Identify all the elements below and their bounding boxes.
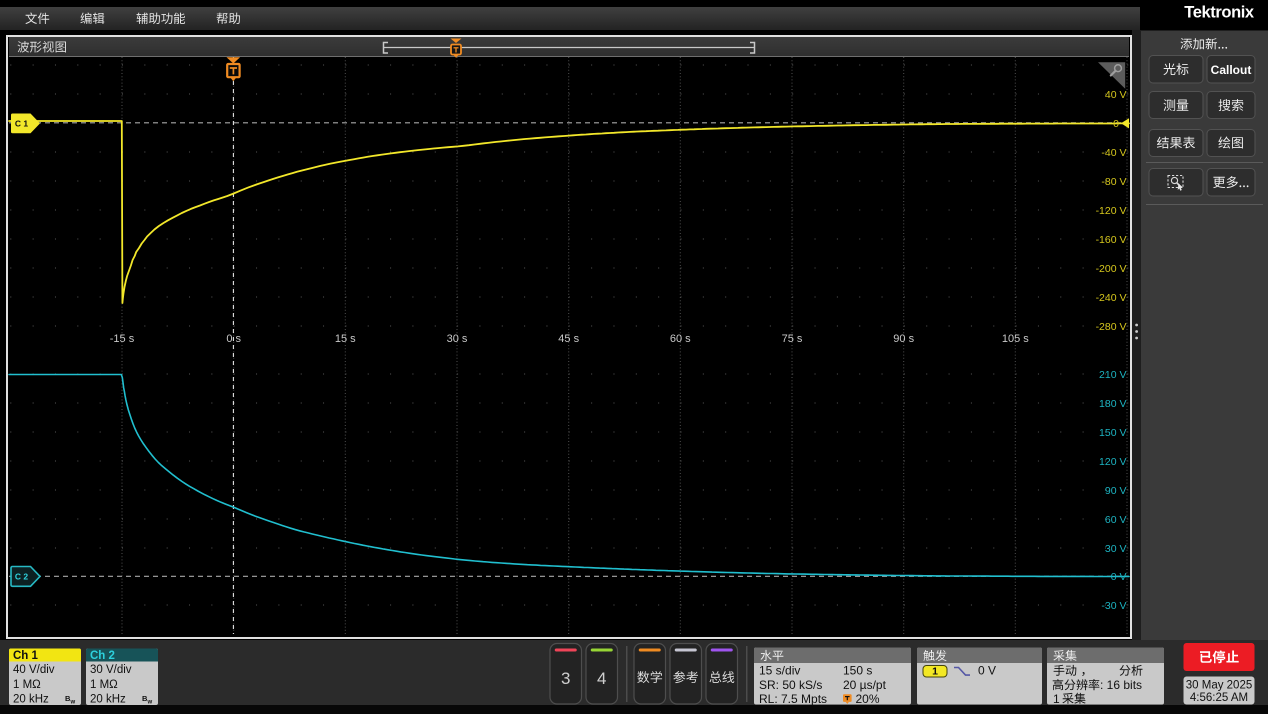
svg-text:-200 V: -200 V xyxy=(1096,263,1127,275)
svg-text:0: 0 xyxy=(1113,118,1119,130)
svg-text:15 s: 15 s xyxy=(335,333,356,345)
svg-text:45 s: 45 s xyxy=(558,333,579,345)
svg-text:4: 4 xyxy=(597,669,606,688)
svg-text:4:56:25 AM: 4:56:25 AM xyxy=(1190,692,1248,704)
svg-text:Ch 2: Ch 2 xyxy=(90,650,115,662)
svg-text:20 kHz: 20 kHz xyxy=(90,694,126,706)
svg-text:-280 V: -280 V xyxy=(1096,321,1127,333)
svg-text:30 V/div: 30 V/div xyxy=(90,664,132,676)
svg-text:C 1: C 1 xyxy=(15,119,29,129)
svg-text:20 kHz: 20 kHz xyxy=(13,694,49,706)
svg-text:210 V: 210 V xyxy=(1099,369,1126,381)
svg-text:20%: 20% xyxy=(856,692,880,706)
svg-text:RL: 7.5 Mpts: RL: 7.5 Mpts xyxy=(759,692,827,706)
svg-text:90 s: 90 s xyxy=(893,333,914,345)
svg-text:1 MΩ: 1 MΩ xyxy=(90,679,118,691)
svg-text:Tektronix: Tektronix xyxy=(1184,4,1255,22)
svg-text:-80 V: -80 V xyxy=(1101,176,1126,188)
svg-text:SR: 50 kS/s: SR: 50 kS/s xyxy=(759,678,822,692)
svg-text:1 MΩ: 1 MΩ xyxy=(13,679,41,691)
svg-text:120 V: 120 V xyxy=(1099,456,1126,468)
svg-text:105 s: 105 s xyxy=(1002,333,1029,345)
svg-text:-30 V: -30 V xyxy=(1101,600,1126,612)
svg-text:180 V: 180 V xyxy=(1099,398,1126,410)
svg-text:40 V: 40 V xyxy=(1105,89,1127,101)
svg-text:75 s: 75 s xyxy=(782,333,803,345)
svg-text:1: 1 xyxy=(1053,692,1060,706)
svg-text:60 V: 60 V xyxy=(1105,514,1127,526)
svg-text:1: 1 xyxy=(932,666,938,678)
svg-text:150 V: 150 V xyxy=(1099,427,1126,439)
svg-text:C 2: C 2 xyxy=(15,572,29,582)
svg-text:-120 V: -120 V xyxy=(1096,205,1127,217)
svg-text:30 s: 30 s xyxy=(447,333,468,345)
svg-text:0 V: 0 V xyxy=(978,664,996,678)
svg-text:15 s/div: 15 s/div xyxy=(759,664,800,678)
svg-text:: 16 bits: : 16 bits xyxy=(1100,678,1142,692)
svg-text:0 s: 0 s xyxy=(226,333,241,345)
svg-text:-40 V: -40 V xyxy=(1101,147,1126,159)
svg-text:20 µs/pt: 20 µs/pt xyxy=(843,678,887,692)
svg-text:150 s: 150 s xyxy=(843,664,872,678)
svg-text:30 V: 30 V xyxy=(1105,543,1127,555)
svg-text:Ch 1: Ch 1 xyxy=(13,650,39,662)
svg-text:w: w xyxy=(147,700,153,706)
svg-text:40 V/div: 40 V/div xyxy=(13,664,55,676)
svg-text:60 s: 60 s xyxy=(670,333,691,345)
svg-text:90 V: 90 V xyxy=(1105,485,1127,497)
svg-text:0 V: 0 V xyxy=(1111,571,1127,583)
svg-text:-15 s: -15 s xyxy=(110,333,135,345)
svg-text:-160 V: -160 V xyxy=(1096,234,1127,246)
svg-text:-240 V: -240 V xyxy=(1096,292,1127,304)
svg-text:30 May 2025: 30 May 2025 xyxy=(1186,679,1253,691)
svg-text:3: 3 xyxy=(561,669,570,688)
svg-text:w: w xyxy=(70,700,76,706)
svg-text:Callout: Callout xyxy=(1211,63,1252,77)
